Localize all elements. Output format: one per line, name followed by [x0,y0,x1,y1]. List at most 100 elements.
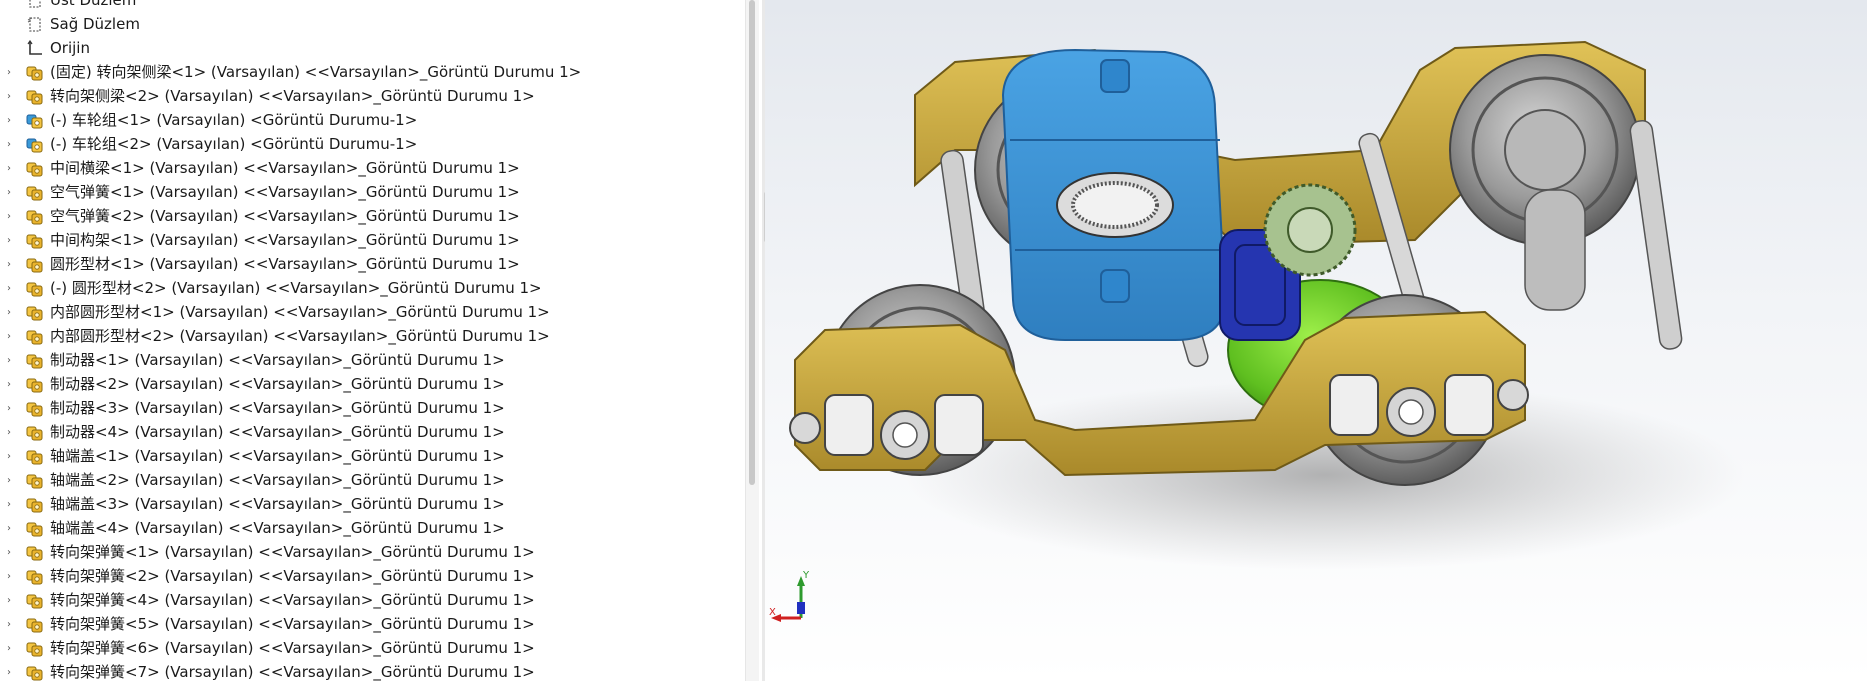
expand-chevron-icon[interactable]: › [4,420,14,444]
subassembly-icon [26,472,44,489]
tree-row[interactable]: › 内部圆形型材<2> (Varsayılan) <<Varsayılan>_Gö… [0,324,740,348]
expand-chevron-icon[interactable]: › [4,300,14,324]
tree-row[interactable]: › 中间横梁<1> (Varsayılan) <<Varsayılan>_Görü… [0,156,740,180]
subassembly-icon [26,328,44,345]
origin-icon [26,39,44,57]
expand-chevron-icon [4,12,14,36]
subassembly-icon [26,376,44,393]
assembly-icon [26,112,44,129]
tree-row-label: 轴端盖<1> (Varsayılan) <<Varsayılan>_Görünt… [50,447,505,465]
expand-chevron-icon[interactable]: › [4,252,14,276]
axle-right[interactable] [1524,189,1586,311]
expand-chevron-icon[interactable]: › [4,276,14,300]
tree-row[interactable]: › 制动器<3> (Varsayılan) <<Varsayılan>_Görün… [0,396,740,420]
gear-wheel[interactable] [1263,183,1357,277]
subassembly-icon [26,664,44,681]
tree-row[interactable]: › 内部圆形型材<1> (Varsayılan) <<Varsayılan>_Gö… [0,300,740,324]
subassembly-icon [26,544,44,561]
tree-row-label: 转向架弹簧<7> (Varsayılan) <<Varsayılan>_Görü… [50,663,535,681]
expand-chevron-icon[interactable]: › [4,444,14,468]
subassembly-icon [26,88,44,105]
expand-chevron-icon[interactable]: › [4,108,14,132]
cross-tube-right[interactable] [1629,119,1683,350]
bogie-3d-model[interactable] [765,0,1867,681]
subassembly-icon [26,592,44,609]
orientation-triad: Y X [769,570,810,622]
expand-chevron-icon[interactable]: › [4,612,14,636]
tree-row[interactable]: › (-) 车轮组<1> (Varsayılan) <Görüntü Durumu… [0,108,740,132]
tree-row-label: Orijin [50,39,90,57]
tree-row[interactable]: › 空气弹簧<2> (Varsayılan) <<Varsayılan>_Görü… [0,204,740,228]
tree-row-label: 轴端盖<2> (Varsayılan) <<Varsayılan>_Görünt… [50,471,505,489]
tree-row[interactable]: Üst Düzlem [0,0,740,12]
tree-row[interactable]: › 转向架弹簧<5> (Varsayılan) <<Varsayılan>_Gör… [0,612,740,636]
expand-chevron-icon[interactable]: › [4,636,14,660]
axle-end-cap-front-right[interactable] [1497,379,1529,411]
expand-chevron-icon[interactable]: › [4,396,14,420]
expand-chevron-icon[interactable]: › [4,348,14,372]
tree-row[interactable]: › 轴端盖<4> (Varsayılan) <<Varsayılan>_Görün… [0,516,740,540]
tree-row[interactable]: › 中间构架<1> (Varsayılan) <<Varsayılan>_Görü… [0,228,740,252]
tree-row[interactable]: Sağ Düzlem [0,12,740,36]
subassembly-icon [26,304,44,321]
tree-row-label: 中间构架<1> (Varsayılan) <<Varsayılan>_Görün… [50,231,520,249]
tree-row[interactable]: › 转向架弹簧<4> (Varsayılan) <<Varsayılan>_Gör… [0,588,740,612]
expand-chevron-icon[interactable]: › [4,492,14,516]
tree-row[interactable]: › 制动器<4> (Varsayılan) <<Varsayılan>_Görün… [0,420,740,444]
expand-chevron-icon[interactable]: › [4,588,14,612]
tree-row-label: 转向架弹簧<4> (Varsayılan) <<Varsayılan>_Görü… [50,591,535,609]
expand-chevron-icon[interactable]: › [4,180,14,204]
expand-chevron-icon[interactable]: › [4,660,14,681]
triad-z-axis [797,602,805,614]
expand-chevron-icon[interactable]: › [4,540,14,564]
tree-row[interactable]: › (-) 车轮组<2> (Varsayılan) <Görüntü Durumu… [0,132,740,156]
expand-chevron-icon[interactable]: › [4,372,14,396]
expand-chevron-icon[interactable]: › [4,60,14,84]
assembly-icon [26,136,44,153]
graphics-area[interactable]: Y X [765,0,1867,681]
expand-chevron-icon[interactable]: › [4,132,14,156]
triad-y-label: Y [802,570,810,581]
expand-chevron-icon[interactable]: › [4,228,14,252]
tree-scrollbar[interactable] [745,0,759,681]
tree-scrollbar-thumb[interactable] [749,0,755,485]
subassembly-icon [26,520,44,537]
expand-chevron-icon[interactable]: › [4,156,14,180]
tree-row[interactable]: › 转向架弹簧<2> (Varsayılan) <<Varsayılan>_Gör… [0,564,740,588]
expand-chevron-icon[interactable]: › [4,516,14,540]
expand-chevron-icon[interactable]: › [4,468,14,492]
subassembly-icon [26,256,44,273]
expand-chevron-icon [4,0,14,12]
tree-row[interactable]: › 轴端盖<1> (Varsayılan) <<Varsayılan>_Görün… [0,444,740,468]
tree-row[interactable]: › 轴端盖<3> (Varsayılan) <<Varsayılan>_Görün… [0,492,740,516]
tree-row-label: 转向架弹簧<2> (Varsayılan) <<Varsayılan>_Görü… [50,567,535,585]
tree-row[interactable]: › (固定) 转向架侧梁<1> (Varsayılan) <<Varsayılan… [0,60,740,84]
tree-row[interactable]: › 圆形型材<1> (Varsayılan) <<Varsayılan>_Görü… [0,252,740,276]
tree-row[interactable]: › (-) 圆形型材<2> (Varsayılan) <<Varsayılan>_… [0,276,740,300]
subassembly-icon [26,496,44,513]
tree-row-label: 转向架弹簧<6> (Varsayılan) <<Varsayılan>_Görü… [50,639,535,657]
tree-row[interactable]: Orijin [0,36,740,60]
feature-manager-tree: Üst Düzlem Sağ Düzlem Orijin › (固定) 转向架侧梁<1>… [0,0,740,681]
expand-chevron-icon[interactable]: › [4,324,14,348]
tree-row-label: 制动器<3> (Varsayılan) <<Varsayılan>_Görünt… [50,399,505,417]
axle-end-cap-front-left[interactable] [789,412,821,444]
expand-chevron-icon[interactable]: › [4,564,14,588]
subassembly-icon [26,640,44,657]
tree-row[interactable]: › 转向架侧梁<2> (Varsayılan) <<Varsayılan>_Gör… [0,84,740,108]
tree-row[interactable]: › 转向架弹簧<7> (Varsayılan) <<Varsayılan>_Gör… [0,660,740,681]
subassembly-icon [26,448,44,465]
tree-row[interactable]: › 制动器<1> (Varsayılan) <<Varsayılan>_Görün… [0,348,740,372]
tree-row-label: 制动器<1> (Varsayılan) <<Varsayılan>_Görünt… [50,351,505,369]
subassembly-icon [26,184,44,201]
tree-row[interactable]: › 轴端盖<2> (Varsayılan) <<Varsayılan>_Görün… [0,468,740,492]
tree-row[interactable]: › 空气弹簧<1> (Varsayılan) <<Varsayılan>_Görü… [0,180,740,204]
tree-row[interactable]: › 转向架弹簧<1> (Varsayılan) <<Varsayılan>_Gör… [0,540,740,564]
tree-row[interactable]: › 转向架弹簧<6> (Varsayılan) <<Varsayılan>_Gör… [0,636,740,660]
tree-row[interactable]: › 制动器<2> (Varsayılan) <<Varsayılan>_Görün… [0,372,740,396]
tree-row-label: 轴端盖<3> (Varsayılan) <<Varsayılan>_Görünt… [50,495,505,513]
expand-chevron-icon[interactable]: › [4,204,14,228]
expand-chevron-icon[interactable]: › [4,84,14,108]
tree-row-label: 中间横梁<1> (Varsayılan) <<Varsayılan>_Görün… [50,159,520,177]
bolster-beam[interactable] [1001,48,1227,341]
